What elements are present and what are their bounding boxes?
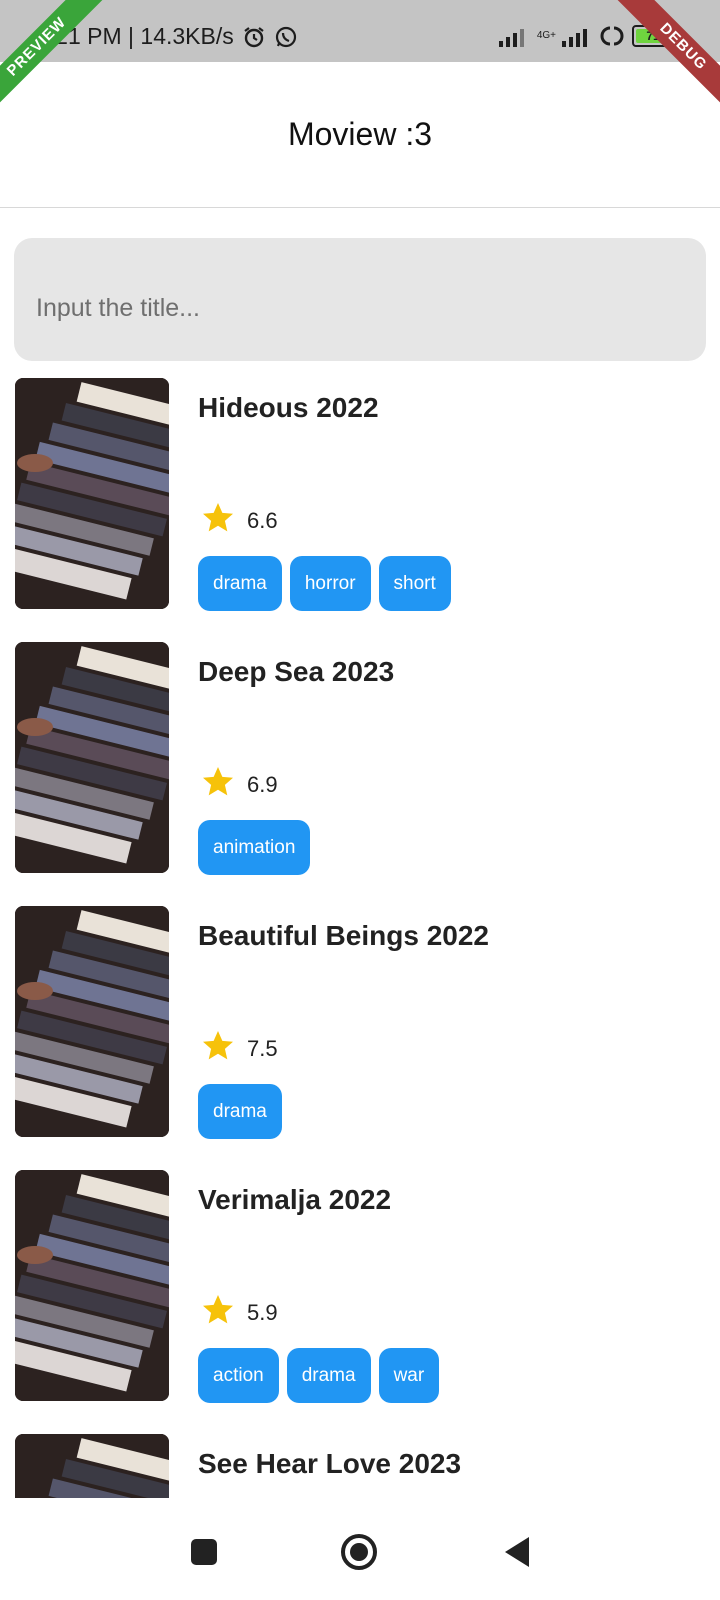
movie-title: Beautiful Beings 2022 (198, 920, 489, 951)
signal-icon (498, 29, 524, 47)
genre-tag[interactable]: drama (286, 1348, 371, 1403)
rating-value: 6.6 (247, 507, 278, 533)
home-circle-icon (341, 1534, 377, 1570)
star-icon (199, 500, 237, 541)
movie-poster (15, 642, 169, 873)
genre-tag[interactable]: drama (198, 1084, 282, 1139)
home-button[interactable] (337, 1530, 381, 1574)
list-item[interactable]: See Hear Love 2023 (0, 1434, 720, 1498)
battery-icon: 71 (632, 25, 677, 47)
genre-tags: drama horror short (198, 556, 451, 611)
status-time: 2:21 PM | 14.3KB/s (36, 23, 234, 49)
status-left: 2:21 PM | 14.3KB/s (36, 23, 298, 50)
star-icon (199, 1028, 237, 1069)
movie-rating: 6.9 (199, 764, 278, 805)
genre-tag[interactable]: action (198, 1348, 279, 1403)
star-icon (199, 764, 237, 805)
hotspot-link-icon (600, 26, 624, 46)
recents-button[interactable] (182, 1530, 226, 1574)
system-nav-bar (0, 1500, 720, 1600)
battery-level: 71 (636, 29, 670, 43)
recents-square-icon (191, 1539, 217, 1565)
app-bar: Moview :3 (0, 62, 720, 208)
star-icon (199, 1292, 237, 1333)
movie-title: Hideous 2022 (198, 392, 379, 423)
signal-icon-2 (562, 29, 587, 47)
movie-title: Deep Sea 2023 (198, 656, 395, 687)
list-item[interactable]: Verimalja 2022 5.9 action drama war (0, 1170, 720, 1403)
list-item[interactable]: Beautiful Beings 2022 7.5 drama (0, 906, 720, 1139)
movie-list[interactable]: Hideous 2022 6.6 drama horror short Deep Sea… (0, 378, 720, 1498)
genre-tag[interactable]: horror (289, 556, 371, 611)
status-bar: 2:21 PM | 14.3KB/s 4G+ 71 (0, 0, 720, 62)
movie-poster (15, 378, 169, 609)
movie-rating: 7.5 (199, 1028, 278, 1069)
genre-tags: animation (198, 820, 311, 875)
whatsapp-icon (275, 26, 296, 47)
movie-title: See Hear Love 2023 (198, 1448, 462, 1479)
rating-value: 5.9 (247, 1299, 278, 1325)
list-item[interactable]: Hideous 2022 6.6 drama horror short (0, 378, 720, 611)
genre-tag[interactable]: war (378, 1348, 440, 1403)
rating-value: 7.5 (247, 1035, 278, 1061)
movie-rating: 6.6 (199, 500, 278, 541)
back-button[interactable] (494, 1530, 538, 1574)
list-item[interactable]: Deep Sea 2023 6.9 animation (0, 642, 720, 875)
page-title: Moview :3 (287, 116, 433, 152)
genre-tags: drama (198, 1084, 282, 1139)
rating-value: 6.9 (247, 771, 278, 797)
network-type-label: 4G+ (536, 30, 556, 41)
movie-poster (15, 906, 169, 1137)
back-triangle-icon (505, 1537, 529, 1567)
alarm-icon (244, 26, 264, 47)
genre-tag[interactable]: animation (198, 820, 311, 875)
status-right: 4G+ 71 (498, 24, 677, 48)
movie-poster (15, 1434, 169, 1498)
movie-rating: 5.9 (199, 1292, 278, 1333)
movie-title: Verimalja 2022 (198, 1184, 392, 1215)
genre-tag[interactable]: short (378, 556, 451, 611)
search-box[interactable] (14, 238, 706, 361)
search-input[interactable] (36, 276, 684, 323)
genre-tags: action drama war (198, 1348, 440, 1403)
movie-poster (15, 1170, 169, 1401)
genre-tag[interactable]: drama (198, 556, 282, 611)
